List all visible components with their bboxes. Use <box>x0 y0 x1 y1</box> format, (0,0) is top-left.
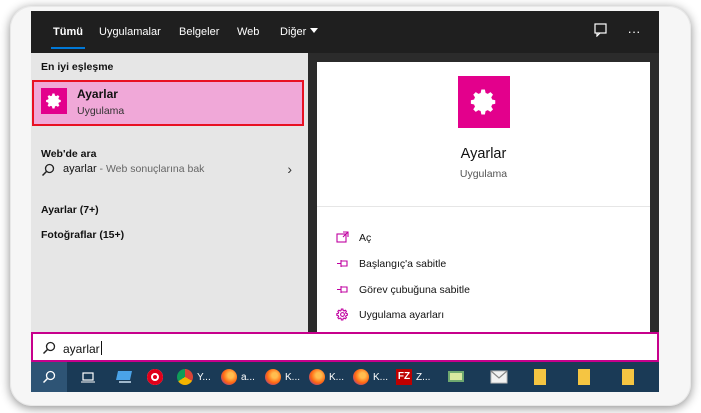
preview-title: Ayarlar <box>460 146 507 162</box>
action-app-settings-label: Uygulama ayarları <box>359 309 445 321</box>
taskbar-firefox-4-label: K... <box>373 371 389 383</box>
search-icon <box>41 163 55 177</box>
pin-icon <box>335 283 349 297</box>
action-pin-taskbar-label: Görev çubuğuna sabitle <box>359 284 470 296</box>
firefox-icon <box>353 369 369 385</box>
tab-more-label: Diğer <box>280 26 307 38</box>
taskbar-computer[interactable] <box>115 362 135 392</box>
taskbar-mail[interactable] <box>490 362 508 392</box>
taskbar-filezilla[interactable]: FZ Z... <box>396 362 430 392</box>
taskbar-firefox-4[interactable]: K... <box>353 362 388 392</box>
taskbar-firefox-1[interactable]: a... <box>221 362 255 392</box>
taskbar-firefox-3[interactable]: K... <box>309 362 344 392</box>
gear-icon <box>458 76 510 128</box>
taskbar-file-2[interactable] <box>577 362 591 392</box>
taskbar-firefox-2[interactable]: K... <box>265 362 300 392</box>
results-list: En iyi eşleşme Ayarlar Uygulama Web'de a… <box>31 53 308 334</box>
divider <box>317 206 650 207</box>
mail-icon <box>490 370 508 384</box>
pin-icon <box>335 257 349 271</box>
tab-documents-label: Belgeler <box>179 26 220 38</box>
photos-section-heading[interactable]: Fotoğraflar (15+) <box>41 229 124 241</box>
action-open[interactable]: Aç <box>335 231 635 249</box>
chrome-icon <box>177 369 193 385</box>
chevron-right-icon: › <box>287 161 292 177</box>
app-icon <box>448 371 464 382</box>
tab-all-label: Tümü <box>53 26 83 38</box>
computer-icon <box>116 371 132 383</box>
search-window: Tümü Uygulamalar Belgeler Web Diğer ··· … <box>31 11 659 392</box>
file-icon <box>534 369 546 385</box>
tab-apps-label: Uygulamalar <box>99 26 161 38</box>
tab-documents[interactable]: Belgeler <box>179 11 219 53</box>
action-app-settings[interactable]: Uygulama ayarları <box>335 308 635 326</box>
text-cursor <box>100 341 102 355</box>
filezilla-icon: FZ <box>396 369 412 385</box>
search-filter-bar: Tümü Uygulamalar Belgeler Web Diğer ··· <box>31 11 659 53</box>
open-icon <box>335 231 349 245</box>
web-search-result[interactable]: ayarlar - Web sonuçlarına bak › <box>31 159 308 181</box>
search-icon <box>42 341 56 355</box>
taskbar-firefox-1-label: a... <box>241 371 255 383</box>
tab-web[interactable]: Web <box>237 11 259 53</box>
taskbar-file-3[interactable] <box>621 362 635 392</box>
preview-pane: Ayarlar Uygulama Aç Başlangıç'a sabitle … <box>317 62 650 334</box>
tab-all[interactable]: Tümü <box>51 11 85 53</box>
search-input[interactable]: ayarlar <box>31 332 659 362</box>
tab-web-label: Web <box>237 26 260 38</box>
task-view-icon <box>81 372 95 383</box>
task-view-button[interactable] <box>81 362 95 392</box>
best-match-result[interactable]: Ayarlar Uygulama <box>32 80 304 126</box>
firefox-icon <box>309 369 325 385</box>
gear-icon <box>41 88 67 114</box>
action-open-label: Aç <box>359 232 372 244</box>
search-input-value: ayarlar <box>63 342 100 356</box>
search-icon <box>42 370 56 384</box>
taskbar-firefox-3-label: K... <box>329 371 345 383</box>
taskbar-search-button[interactable] <box>31 362 67 392</box>
chevron-down-icon <box>310 28 319 33</box>
more-options-icon[interactable]: ··· <box>625 23 643 41</box>
taskbar: Y... a... K... K... K... FZ Z... <box>31 362 659 392</box>
gear-icon <box>335 308 349 322</box>
web-hint-text: - Web sonuçlarına bak <box>96 163 205 175</box>
action-pin-start[interactable]: Başlangıç'a sabitle <box>335 257 635 275</box>
firefox-icon <box>221 369 237 385</box>
taskbar-app[interactable] <box>447 362 465 392</box>
taskbar-firefox-2-label: K... <box>285 371 301 383</box>
taskbar-chrome[interactable]: Y... <box>177 362 211 392</box>
action-pin-start-label: Başlangıç'a sabitle <box>359 258 447 270</box>
web-query-text: ayarlar <box>63 163 97 175</box>
taskbar-filezilla-label: Z... <box>416 371 431 383</box>
active-tab-indicator <box>51 47 85 49</box>
action-pin-taskbar[interactable]: Görev çubuğuna sabitle <box>335 283 635 301</box>
taskbar-chrome-label: Y... <box>197 371 211 383</box>
best-match-heading: En iyi eşleşme <box>41 61 114 73</box>
taskbar-opera[interactable] <box>147 362 163 392</box>
preview-subtitle: Uygulama <box>459 168 508 180</box>
tab-more[interactable]: Diğer <box>280 11 319 53</box>
opera-icon <box>147 369 163 385</box>
tab-apps[interactable]: Uygulamalar <box>99 11 161 53</box>
file-icon <box>622 369 634 385</box>
apps-section-heading[interactable]: Ayarlar (7+) <box>41 204 99 216</box>
best-match-title: Ayarlar <box>77 87 118 101</box>
best-match-subtitle: Uygulama <box>77 105 125 117</box>
file-icon <box>578 369 590 385</box>
firefox-icon <box>265 369 281 385</box>
taskbar-file-1[interactable] <box>533 362 547 392</box>
feedback-icon[interactable] <box>592 23 610 41</box>
